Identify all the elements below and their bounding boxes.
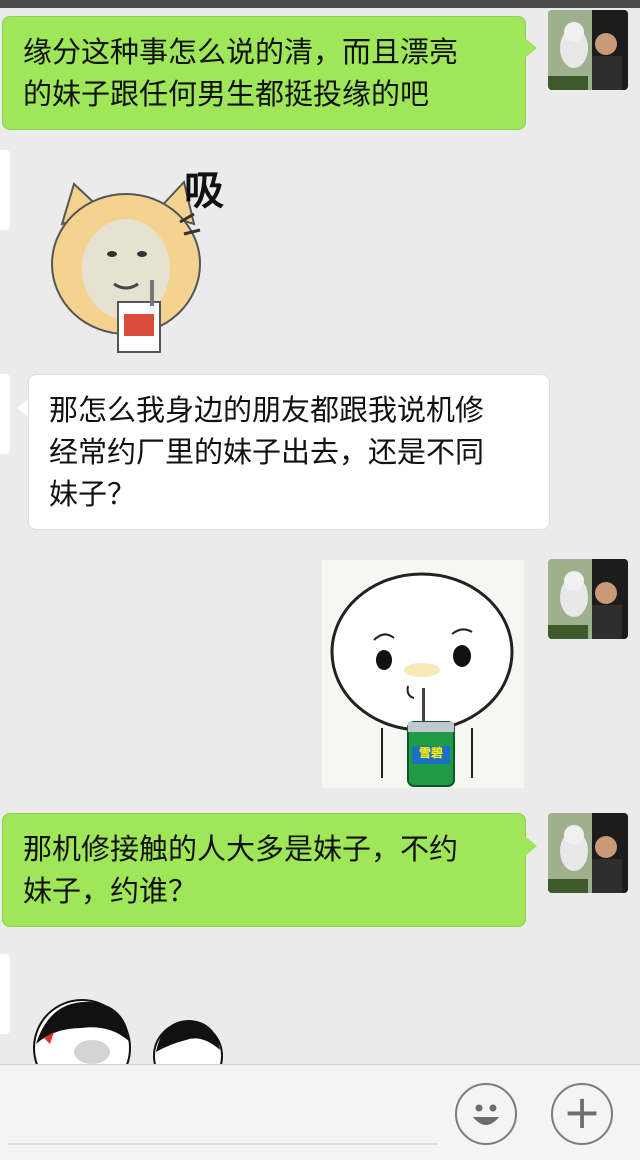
my-avatar[interactable] (548, 813, 628, 893)
message-text-line: 那机修接触的人大多是妹子，不约 (23, 832, 459, 866)
sticker-cat-sipping[interactable]: 吸 (34, 154, 234, 354)
plus-icon: + (562, 1085, 602, 1139)
more-options-button[interactable]: + (551, 1083, 613, 1145)
sticker-caption: 吸 (184, 168, 224, 214)
message-text-line: 妹子，约谁？ (23, 874, 198, 908)
input-bar: + (0, 1064, 640, 1160)
message-bubble-received[interactable]: 那怎么我身边的朋友都跟我说机修 经常约厂里的妹子出去，还是不同 妹子？ (28, 374, 550, 530)
message-text-line: 的妹子跟任何男生都挺投缘的吧 (23, 77, 430, 111)
bubble-tail (525, 836, 537, 856)
message-input[interactable] (8, 1143, 438, 1145)
message-bubble-sent[interactable]: 缘分这种事怎么说的清，而且漂亮 的妹子跟任何男生都挺投缘的吧 (2, 16, 526, 130)
sticker-round-face-soda[interactable]: 雪碧 (322, 560, 524, 788)
my-avatar[interactable] (548, 559, 628, 639)
bubble-tail (525, 38, 537, 58)
message-bubble-sent[interactable]: 那机修接触的人大多是妹子，不约 妹子，约谁？ (2, 813, 526, 927)
chat-area[interactable]: 缘分这种事怎么说的清，而且漂亮 的妹子跟任何男生都挺投缘的吧 吸 那怎么我身边的… (0, 8, 640, 1064)
contact-avatar[interactable] (0, 374, 10, 454)
message-text-line: 妹子？ (49, 477, 137, 511)
contact-avatar[interactable] (0, 150, 10, 230)
meme-faces-sticker-icon (33, 999, 223, 1064)
sticker-meme-faces[interactable] (30, 998, 230, 1064)
status-bar (0, 0, 640, 8)
emoji-button[interactable] (455, 1083, 517, 1145)
soda-can-label: 雪碧 (418, 746, 443, 760)
contact-avatar[interactable] (0, 954, 10, 1034)
message-text-line: 经常约厂里的妹子出去，还是不同 (49, 435, 485, 469)
avatar-photo-icon (548, 813, 628, 893)
message-text-line: 那怎么我身边的朋友都跟我说机修 (49, 393, 485, 427)
message-text-line: 缘分这种事怎么说的清，而且漂亮 (23, 35, 459, 69)
avatar-photo-icon (548, 10, 628, 90)
smiley-face-icon (473, 1104, 499, 1125)
my-avatar[interactable] (548, 10, 628, 90)
avatar-photo-icon (548, 559, 628, 639)
